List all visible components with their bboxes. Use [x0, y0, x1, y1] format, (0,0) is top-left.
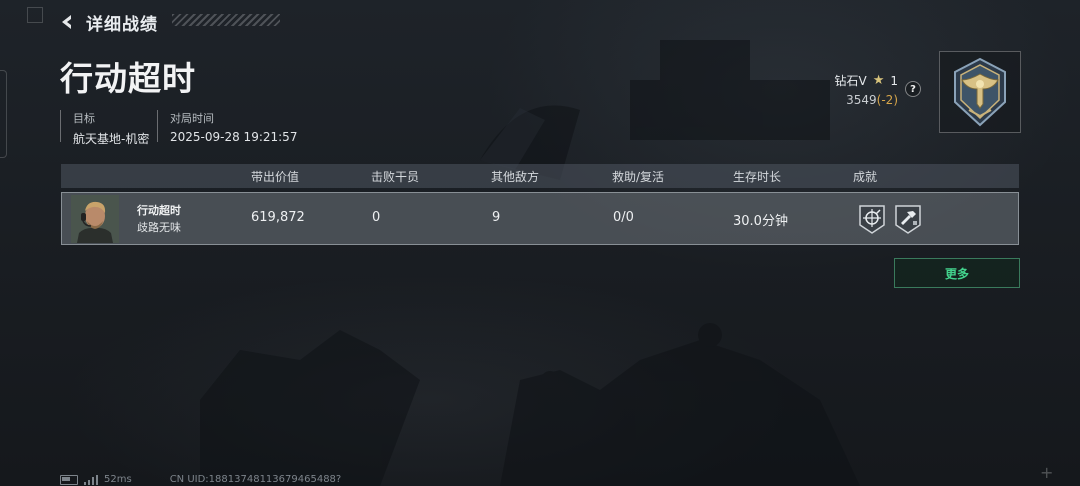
rank-info: 钻石V ★ 1 3549(-2): [834, 72, 898, 107]
hammer-badge-icon[interactable]: [893, 203, 923, 235]
column-header-value: 带出价值: [251, 170, 300, 184]
star-icon: ★: [872, 73, 885, 88]
rank-emblem[interactable]: [939, 51, 1021, 133]
match-time-label: 对局时间: [170, 112, 214, 125]
target-info: 目标 航天基地-机密: [60, 110, 149, 146]
crosshair-shield-icon[interactable]: [857, 203, 887, 235]
status-footer: 52ms CN UID:18813748113679465488?: [60, 474, 341, 485]
avatar: [71, 195, 119, 243]
target-label: 目标: [73, 112, 95, 125]
rank-help-button[interactable]: ?: [905, 81, 921, 97]
diamond-rank-badge-icon: [954, 57, 1006, 127]
column-header-achievements: 成就: [853, 170, 878, 184]
match-result-title: 行动超时: [60, 59, 196, 98]
cell-kills: 0: [372, 210, 381, 225]
cell-value: 619,872: [251, 210, 305, 225]
column-header-other-enemies: 其他敌方: [491, 170, 540, 184]
cell-survival: 30.0分钟: [733, 214, 788, 229]
signal-icon: [84, 474, 98, 485]
back-arrow-icon: [62, 15, 71, 29]
back-button[interactable]: 详细战绩: [58, 10, 158, 35]
table-row[interactable]: 行动超时 歧路无味 619,872 0 9 0/0 30.0分钟: [61, 192, 1019, 245]
table-header: 带出价值 击败干员 其他敌方 救助/复活 生存时长 成就: [61, 164, 1019, 188]
rank-stars: 1: [890, 73, 898, 88]
operator-portrait-icon: [71, 195, 119, 243]
more-button[interactable]: 更多: [894, 258, 1020, 288]
match-time-info: 对局时间 2025-09-28 19:21:57: [157, 110, 298, 144]
column-header-survival: 生存时长: [733, 170, 782, 184]
cell-other-enemies: 9: [492, 210, 501, 225]
rank-score: 3549: [846, 93, 877, 107]
battery-icon: [60, 474, 78, 485]
column-header-assists: 救助/复活: [612, 170, 665, 184]
column-header-kills: 击败干员: [371, 170, 420, 184]
player-uid: CN UID:18813748113679465488?: [169, 474, 342, 485]
match-time-value: 2025-09-28 19:21:57: [170, 130, 298, 144]
corner-bracket: [27, 7, 43, 23]
rank-score-delta: (-2): [876, 93, 898, 107]
page-header-title: 详细战绩: [86, 14, 158, 35]
cell-assists: 0/0: [613, 210, 634, 225]
rank-tier: 钻石V: [834, 74, 867, 88]
plus-icon: +: [1040, 463, 1054, 482]
side-drawer-handle[interactable]: [0, 70, 7, 158]
ping-value: 52ms: [104, 474, 132, 485]
target-value: 航天基地-机密: [73, 132, 150, 146]
player-name: 行动超时: [137, 204, 181, 217]
header-decoration: [172, 14, 280, 26]
player-subtitle: 歧路无味: [137, 221, 181, 234]
stats-table: 带出价值 击败干员 其他敌方 救助/复活 生存时长 成就 行动超时 歧路无味 6…: [61, 164, 1019, 245]
